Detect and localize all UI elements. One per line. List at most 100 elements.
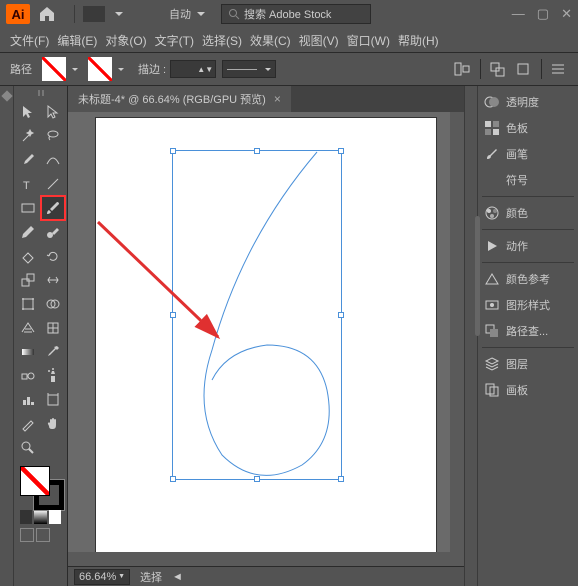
- menu-bar: 文件(F) 编辑(E) 对象(O) 文字(T) 选择(S) 效果(C) 视图(V…: [0, 28, 578, 52]
- eraser-tool[interactable]: [16, 244, 41, 268]
- fill-swatch[interactable]: [42, 57, 66, 81]
- panel-layers[interactable]: 图层: [482, 354, 574, 374]
- menu-help[interactable]: 帮助(H): [398, 32, 439, 49]
- shape-builder-tool[interactable]: [41, 292, 66, 316]
- close-tab-icon[interactable]: ×: [274, 92, 281, 106]
- menu-window[interactable]: 窗口(W): [347, 32, 390, 49]
- chevron-down-icon[interactable]: [115, 12, 123, 16]
- magic-wand-tool[interactable]: [16, 124, 41, 148]
- color-mode-none[interactable]: [49, 510, 61, 524]
- transform-icon[interactable]: [515, 61, 533, 77]
- panel-color-guide[interactable]: 颜色参考: [482, 269, 574, 289]
- panel-pathfinder[interactable]: 路径查...: [482, 321, 574, 341]
- blend-tool[interactable]: [16, 364, 41, 388]
- pencil-tool[interactable]: [16, 220, 41, 244]
- pen-tool[interactable]: [16, 148, 41, 172]
- menu-select[interactable]: 选择(S): [202, 32, 242, 49]
- menu-object[interactable]: 对象(O): [105, 32, 146, 49]
- pathfinder-icon: [484, 323, 500, 339]
- horizontal-scrollbar[interactable]: [68, 552, 450, 566]
- panel-menu-icon[interactable]: [550, 61, 568, 77]
- panel-artboards[interactable]: 画板: [482, 380, 574, 400]
- mesh-tool[interactable]: [41, 316, 66, 340]
- document-tab[interactable]: 未标题-4* @ 66.64% (RGB/GPU 预览) ×: [68, 86, 291, 112]
- symbol-sprayer-tool[interactable]: [41, 364, 66, 388]
- chevron-down-icon[interactable]: [72, 68, 78, 71]
- resize-handle[interactable]: [338, 476, 344, 482]
- stroke-profile-dropdown[interactable]: [222, 60, 276, 78]
- screen-mode-normal[interactable]: [20, 528, 34, 542]
- resize-handle[interactable]: [254, 476, 260, 482]
- panel-swatches[interactable]: 色板: [482, 118, 574, 138]
- artboard[interactable]: [96, 118, 436, 566]
- lasso-tool[interactable]: [41, 124, 66, 148]
- curvature-tool[interactable]: [41, 148, 66, 172]
- status-nav-prev[interactable]: ◄: [172, 571, 183, 583]
- rectangle-tool[interactable]: [16, 196, 41, 220]
- menu-effect[interactable]: 效果(C): [250, 32, 291, 49]
- type-tool[interactable]: T: [16, 172, 41, 196]
- vertical-scrollbar[interactable]: [450, 112, 464, 566]
- free-transform-tool[interactable]: [16, 292, 41, 316]
- toolbox-grip[interactable]: [16, 90, 65, 98]
- menu-type[interactable]: 文字(T): [155, 32, 194, 49]
- search-input[interactable]: 搜索 Adobe Stock: [221, 4, 371, 24]
- resize-handle[interactable]: [170, 476, 176, 482]
- brushes-icon: [484, 146, 500, 162]
- panel-graphic-styles[interactable]: 图形样式: [482, 295, 574, 315]
- menu-file[interactable]: 文件(F): [10, 32, 49, 49]
- screen-mode-full[interactable]: [36, 528, 50, 542]
- maximize-button[interactable]: ▢: [537, 6, 549, 22]
- panel-symbols[interactable]: 符号: [482, 170, 574, 190]
- auto-dropdown[interactable]: 自动: [169, 6, 211, 22]
- scale-tool[interactable]: [16, 268, 41, 292]
- color-mode-solid[interactable]: [20, 510, 32, 524]
- fill-stroke-indicator[interactable]: [16, 466, 65, 508]
- gradient-tool[interactable]: [16, 340, 41, 364]
- collapse-handle[interactable]: [1, 90, 12, 101]
- panel-actions[interactable]: 动作: [482, 236, 574, 256]
- stroke-swatch[interactable]: [88, 57, 112, 81]
- fill-indicator[interactable]: [20, 466, 50, 496]
- resize-handle[interactable]: [170, 148, 176, 154]
- panel-gutter[interactable]: [464, 86, 478, 586]
- panel-color[interactable]: 颜色: [482, 203, 574, 223]
- perspective-grid-tool[interactable]: [16, 316, 41, 340]
- close-button[interactable]: ✕: [561, 6, 572, 22]
- paintbrush-tool[interactable]: [41, 196, 66, 220]
- canvas-viewport[interactable]: [68, 112, 464, 566]
- selection-bounding-box[interactable]: [172, 150, 342, 480]
- zoom-tool[interactable]: [16, 436, 41, 460]
- artboard-tool[interactable]: [41, 388, 66, 412]
- zoom-input[interactable]: 66.64% ▼: [74, 569, 130, 585]
- chevron-down-icon[interactable]: [118, 68, 124, 71]
- color-mode-gradient[interactable]: [34, 510, 46, 524]
- rotate-tool[interactable]: [41, 244, 66, 268]
- panel-brushes[interactable]: 画笔: [482, 144, 574, 164]
- line-tool[interactable]: [41, 172, 66, 196]
- slice-tool[interactable]: [16, 412, 41, 436]
- status-bar: 66.64% ▼ 选择 ◄: [68, 566, 464, 586]
- stroke-weight-input[interactable]: ▲▼: [170, 60, 216, 78]
- menu-view[interactable]: 视图(V): [299, 32, 339, 49]
- panel-transparency[interactable]: 透明度: [482, 92, 574, 112]
- width-tool[interactable]: [41, 268, 66, 292]
- home-icon[interactable]: [38, 5, 56, 23]
- selection-tool[interactable]: [16, 100, 41, 124]
- column-graph-tool[interactable]: [16, 388, 41, 412]
- resize-handle[interactable]: [338, 148, 344, 154]
- align-icon[interactable]: [454, 61, 472, 77]
- direct-selection-tool[interactable]: [41, 100, 66, 124]
- right-panel-region: 透明度 色板 画笔 符号 颜色 动作 颜色参考 图形样式 路径查... 图层 画…: [464, 86, 578, 586]
- resize-handle[interactable]: [254, 148, 260, 154]
- workspace-layout-icon[interactable]: [83, 6, 105, 22]
- eyedropper-tool[interactable]: [41, 340, 66, 364]
- menu-edit[interactable]: 编辑(E): [57, 32, 97, 49]
- shape-mode-icon[interactable]: [489, 61, 507, 77]
- hand-tool[interactable]: [41, 412, 66, 436]
- title-bar: Ai 自动 搜索 Adobe Stock — ▢ ✕: [0, 0, 578, 28]
- minimize-button[interactable]: —: [512, 6, 525, 22]
- blob-brush-tool[interactable]: [41, 220, 66, 244]
- resize-handle[interactable]: [170, 312, 176, 318]
- resize-handle[interactable]: [338, 312, 344, 318]
